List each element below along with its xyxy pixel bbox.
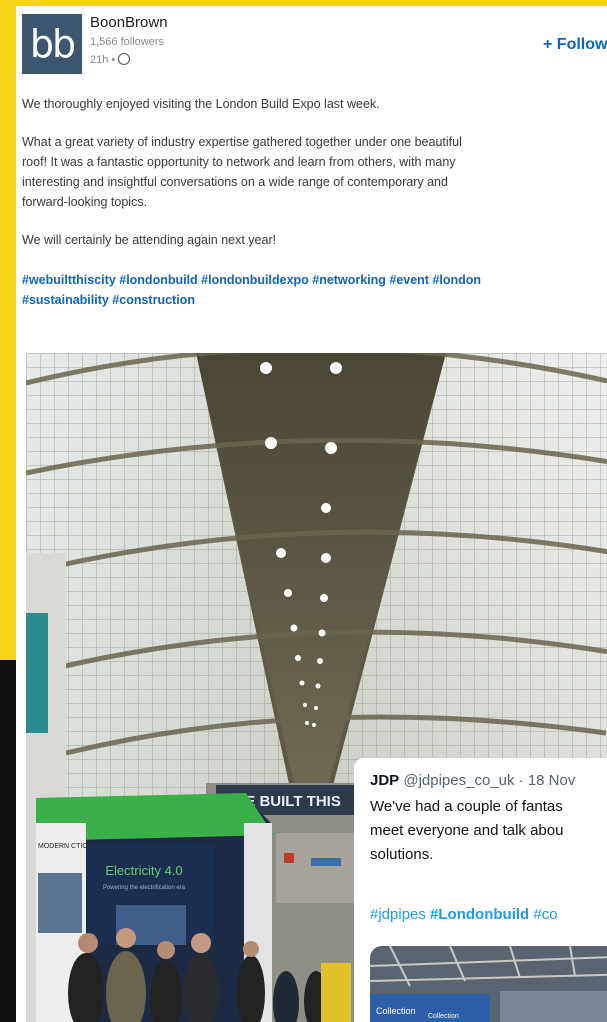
post-header: bb BoonBrown 1,566 followers 21h • + Fol… xyxy=(16,6,607,86)
company-name[interactable]: BoonBrown xyxy=(90,14,168,31)
follow-button[interactable]: + Follow xyxy=(543,36,607,54)
post-time-text: 21h • xyxy=(90,54,116,66)
tweet-photo-label: Collection xyxy=(428,1013,459,1020)
post-text-line: forward-looking topics. xyxy=(22,195,148,209)
post-text-line: roof! It was a fantastic opportunity to … xyxy=(22,155,456,169)
post-hashtags-line1[interactable]: #webuiltthiscity #londonbuild #londonbui… xyxy=(22,270,607,290)
hashtag-trailing[interactable]: #co xyxy=(529,906,557,923)
tweet-text-line: We've had a couple of fantas xyxy=(370,798,563,815)
post-text-line: What a great variety of industry experti… xyxy=(22,135,462,149)
tweet-hashtags[interactable]: #jdpipes #Londonbuild #co xyxy=(370,906,558,923)
post-text-line: We thoroughly enjoyed visiting the Londo… xyxy=(22,97,380,111)
tweet-handle[interactable]: @jdpipes_co_uk · 18 Nov xyxy=(403,772,575,789)
linkedin-post-card: bb BoonBrown 1,566 followers 21h • + Fol… xyxy=(16,6,607,1022)
post-text-line: We will certainly be attending again nex… xyxy=(22,233,277,247)
tweet-text-line: meet everyone and talk abou xyxy=(370,822,564,839)
tweet-card[interactable]: JDP @jdpipes_co_uk · 18 Nov We've had a … xyxy=(354,758,607,1022)
stand-title: Electricity 4.0 xyxy=(105,863,182,878)
post-hashtags-line2[interactable]: #sustainability #construction xyxy=(22,290,607,310)
tweet-text-line: solutions. xyxy=(370,846,434,863)
globe-icon xyxy=(118,53,131,66)
tweet-header: JDP @jdpipes_co_uk · 18 Nov xyxy=(370,772,575,789)
follower-count: 1,566 followers xyxy=(90,36,164,48)
tweet-photo-label: Collection xyxy=(376,1006,416,1016)
post-text-line: interesting and insightful conversations… xyxy=(22,175,448,189)
tweet-photo[interactable]: Collection Collection xyxy=(370,946,607,1022)
tweet-author[interactable]: JDP xyxy=(370,772,399,789)
company-logo[interactable]: bb xyxy=(22,14,82,74)
hashtag-londonbuild[interactable]: #Londonbuild xyxy=(430,906,529,923)
stand-subtitle: Powering the electrification era xyxy=(103,885,186,891)
left-sign: MODERN CTION xyxy=(38,843,93,850)
post-time: 21h • xyxy=(90,53,131,66)
hashtag-jdpipes[interactable]: #jdpipes xyxy=(370,906,430,923)
